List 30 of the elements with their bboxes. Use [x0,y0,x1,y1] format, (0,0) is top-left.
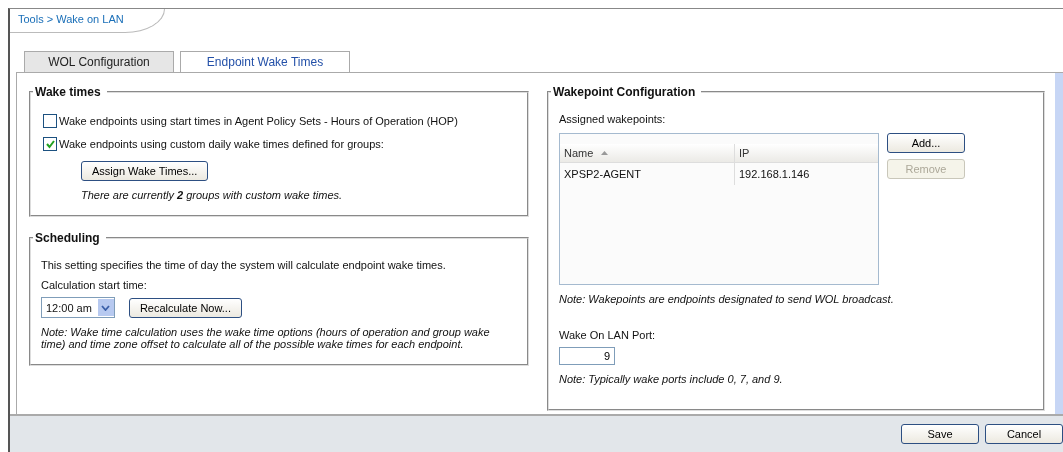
field-label: Calculation start time: [41,279,148,291]
table-cell-text: 192.168.1.146 [738,167,811,182]
checkbox[interactable] [43,114,57,128]
scheduling-description: This setting specifies the time of day the system will calculate endpoint wake times. [41,259,447,271]
column-header[interactable]: Name [560,144,735,162]
column-header[interactable]: IP [735,144,754,162]
port-note: Note: Typically wake ports include 0, 7, and 9. [559,373,784,385]
tab[interactable]: Endpoint Wake Times [180,51,350,72]
groups-note: There are currently 2 groups with custom wake times. [81,189,344,201]
field-label: Assigned wakepoints: [559,113,667,125]
scrollbar[interactable] [1055,73,1063,414]
recalculate-button[interactable]: Recalculate Now... [128,297,242,318]
breadcrumb-link[interactable]: Tools > Wake on LAN [10,9,165,33]
table-button[interactable]: Add... [887,133,965,153]
footer-button[interactable]: Save [901,424,979,444]
assign-wake-times-button[interactable]: Assign Wake Times... [81,161,209,181]
checkbox-label: Wake endpoints using custom daily wake times defined for groups: [59,138,384,150]
tab[interactable]: WOL Configuration [24,51,174,72]
field-label: Wake On LAN Port: [559,329,657,341]
checkbox-label: Wake endpoints using start times in Agent Policy Sets - Hours of Operation (HOP) [59,115,458,127]
group-title: Wake times [34,85,102,99]
footer-button[interactable]: Cancel [985,424,1063,444]
time-dropdown[interactable]: 12:00 am [41,297,115,318]
calculation-note: Note: Wake time calculation uses the wake time options (hours of operation and group wake time) and time zone offset to calculate all of the possible wake times for each endpoint. [41,326,491,350]
wakepoints-note: Note: Wakepoints are endpoints designated to send WOL broadcast. [559,293,895,305]
port-input-field[interactable]: 9 [559,347,615,365]
group-title: Scheduling [34,231,101,245]
table-cell: XPSP2-AGENT [560,163,735,185]
group-title: Wakepoint Configuration [552,85,697,99]
checkbox[interactable] [43,137,57,151]
